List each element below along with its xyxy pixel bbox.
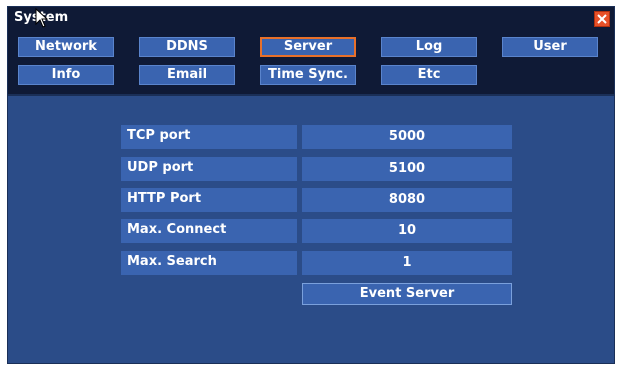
tcp-port-label: TCP port [121,125,297,149]
udp-port-label: UDP port [121,157,297,181]
http-port-field[interactable]: 8080 [302,188,512,212]
tab-email[interactable]: Email [139,65,235,85]
tab-info[interactable]: Info [18,65,114,85]
tab-etc[interactable]: Etc [381,65,477,85]
tab-divider [8,94,614,96]
tab-server[interactable]: Server [260,37,356,57]
tab-user[interactable]: User [502,37,598,57]
udp-port-field[interactable]: 5100 [302,157,512,181]
title-bar: System [8,7,614,31]
max-connect-label: Max. Connect [121,219,297,243]
mouse-cursor-icon [35,8,49,28]
close-button[interactable] [594,11,610,27]
tab-ddns[interactable]: DDNS [139,37,235,57]
max-search-label: Max. Search [121,251,297,275]
tab-network[interactable]: Network [18,37,114,57]
max-search-field[interactable]: 1 [302,251,512,275]
close-icon [597,14,607,24]
tab-log[interactable]: Log [381,37,477,57]
max-connect-field[interactable]: 10 [302,219,512,243]
tcp-port-field[interactable]: 5000 [302,125,512,149]
tab-bar: Network DDNS Server Log User Info Email … [8,31,614,95]
system-window: System Network DDNS Server Log User Info… [7,6,615,364]
tab-time-sync[interactable]: Time Sync. [260,65,356,85]
event-server-button[interactable]: Event Server [302,283,512,305]
http-port-label: HTTP Port [121,188,297,212]
